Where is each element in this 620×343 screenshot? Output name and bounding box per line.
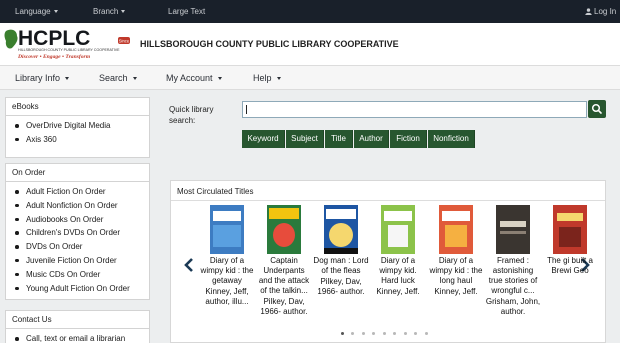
- carousel-dot[interactable]: [383, 332, 386, 335]
- filter-nonfiction-button[interactable]: Nonfiction: [428, 130, 475, 148]
- book-author: Kinney, Jeff.: [434, 287, 478, 296]
- carousel-dot[interactable]: [425, 332, 428, 335]
- hcplc-logo[interactable]: HCPLC Since HILLSBOROUGH COUNTY PUBLIC L…: [3, 26, 131, 62]
- filter-keyword-button[interactable]: Keyword: [242, 130, 285, 148]
- book-cover: [381, 205, 415, 254]
- nav-search[interactable]: Search: [99, 73, 137, 83]
- book-author: Kinney, Jeff, author, illu...: [205, 287, 249, 306]
- book-cover: [496, 205, 530, 254]
- book-item[interactable]: Diary of a wimpy kid. Hard luck Kinney, …: [370, 205, 426, 297]
- book-item[interactable]: Diary of a wimpy kid : the long haul Kin…: [428, 205, 484, 297]
- list-item[interactable]: Young Adult Fiction On Order: [15, 282, 149, 296]
- list-item[interactable]: Juvenile Fiction On Order: [15, 254, 149, 268]
- list-item[interactable]: Axis 360: [15, 133, 149, 147]
- book-title: Diary of a wimpy kid. Hard luck: [379, 256, 417, 285]
- list-item[interactable]: Children's DVDs On Order: [15, 226, 149, 240]
- carousel-dot[interactable]: [351, 332, 354, 335]
- carousel-dot[interactable]: [393, 332, 396, 335]
- contact-list: Call, text or email a librarian: [6, 329, 149, 343]
- carousel-title: Most Circulated Titles: [177, 187, 254, 196]
- filter-subject-button[interactable]: Subject: [286, 130, 324, 148]
- book-item[interactable]: Dog man : Lord of the fleas Pilkey, Dav,…: [313, 205, 369, 297]
- list-item[interactable]: Audiobooks On Order: [15, 213, 149, 227]
- filter-fiction-button[interactable]: Fiction: [390, 130, 427, 148]
- login-link[interactable]: Log In: [585, 7, 616, 16]
- book-cover: [267, 205, 301, 254]
- site-header: HCPLC Since HILLSBOROUGH COUNTY PUBLIC L…: [0, 23, 620, 65]
- list-item[interactable]: DVDs On Order: [15, 240, 149, 254]
- ebooks-heading: eBooks: [6, 98, 149, 116]
- language-menu[interactable]: Language: [15, 7, 58, 16]
- list-item[interactable]: Adult Fiction On Order: [15, 185, 149, 199]
- svg-text:Discover • Engage • Transform: Discover • Engage • Transform: [17, 54, 91, 60]
- main-nav: Library Info Search My Account Help: [0, 65, 620, 90]
- book-item[interactable]: Captain Underpants and the attack of the…: [256, 205, 312, 317]
- on-order-panel: On Order Adult Fiction On Order Adult No…: [5, 163, 150, 300]
- book-cover: [324, 205, 358, 254]
- most-circulated-carousel: Most Circulated Titles Diary of a wimpy …: [170, 180, 606, 343]
- nav-help[interactable]: Help: [253, 73, 281, 83]
- carousel-dot[interactable]: [414, 332, 417, 335]
- search-input[interactable]: [242, 101, 587, 118]
- filter-title-button[interactable]: Title: [325, 130, 353, 148]
- list-item[interactable]: Adult Nonfiction On Order: [15, 199, 149, 213]
- book-author: Pilkey, Dav, 1966- author.: [317, 277, 365, 296]
- book-item[interactable]: The gi built a Brewi Geo: [542, 205, 598, 277]
- nav-my-account[interactable]: My Account: [166, 73, 222, 83]
- list-item[interactable]: OverDrive Digital Media: [15, 119, 149, 133]
- branch-menu[interactable]: Branch: [93, 7, 125, 16]
- text-cursor: [246, 105, 247, 114]
- chevron-left-icon[interactable]: [183, 257, 195, 273]
- list-item[interactable]: Music CDs On Order: [15, 268, 149, 282]
- contact-heading: Contact Us: [6, 311, 149, 329]
- book-author: Grisham, John, author.: [485, 297, 541, 316]
- search-icon: [591, 103, 602, 114]
- book-item[interactable]: Diary of a wimpy kid : the getaway Kinne…: [199, 205, 255, 307]
- book-cover: [553, 205, 587, 254]
- book-title: Diary of a wimpy kid : the long haul: [429, 256, 483, 285]
- login-label: Log In: [594, 7, 617, 16]
- site-title: HILLSBOROUGH COUNTY PUBLIC LIBRARY COOPE…: [140, 39, 399, 49]
- carousel-dot[interactable]: [404, 332, 407, 335]
- on-order-heading: On Order: [6, 164, 149, 182]
- book-author: Kinney, Jeff.: [376, 287, 420, 296]
- carousel-dot[interactable]: [341, 332, 344, 335]
- svg-text:HCPLC: HCPLC: [18, 27, 90, 50]
- book-item[interactable]: Framed : astonishing true stories of wro…: [485, 205, 541, 317]
- utility-bar: Language Branch Large Text Log In: [0, 0, 620, 23]
- user-icon: [585, 8, 592, 15]
- nav-library-info[interactable]: Library Info: [15, 73, 69, 83]
- carousel-dot[interactable]: [362, 332, 365, 335]
- book-cover: [439, 205, 473, 254]
- ebooks-list: OverDrive Digital Media Axis 360: [6, 116, 149, 147]
- book-cover: [210, 205, 244, 254]
- ebooks-panel: eBooks OverDrive Digital Media Axis 360: [5, 97, 150, 158]
- svg-text:Since: Since: [119, 39, 130, 44]
- search-label: Quick library search:: [169, 105, 214, 125]
- search-button[interactable]: [588, 100, 606, 118]
- book-title: Captain Underpants and the attack of the…: [258, 256, 310, 295]
- filter-author-button[interactable]: Author: [354, 130, 389, 148]
- book-title: Framed : astonishing true stories of wro…: [488, 256, 538, 295]
- book-author: Pilkey, Dav, 1966- author.: [260, 297, 308, 316]
- book-title: Diary of a wimpy kid : the getaway: [200, 256, 254, 285]
- carousel-dot[interactable]: [372, 332, 375, 335]
- svg-text:HILLSBOROUGH COUNTY PUBLIC LIB: HILLSBOROUGH COUNTY PUBLIC LIBRARY COOPE…: [18, 48, 120, 52]
- large-text-toggle[interactable]: Large Text: [168, 7, 205, 16]
- book-title: Dog man : Lord of the fleas: [313, 256, 369, 275]
- contact-panel: Contact Us Call, text or email a librari…: [5, 310, 150, 343]
- list-item[interactable]: Call, text or email a librarian: [15, 332, 149, 343]
- book-title: The gi built a Brewi Geo: [547, 256, 593, 275]
- on-order-list: Adult Fiction On Order Adult Nonfiction …: [6, 182, 149, 295]
- divider: [171, 200, 605, 201]
